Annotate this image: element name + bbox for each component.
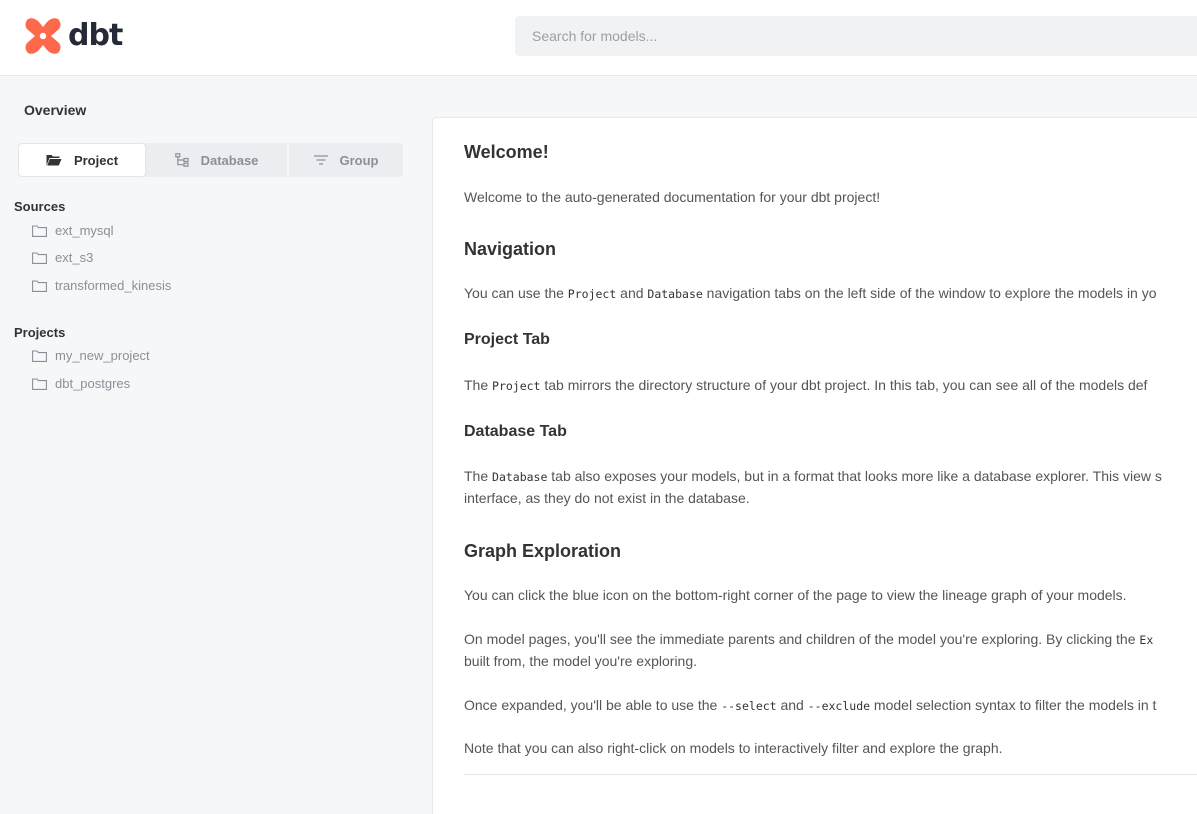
projects-heading: Projects (14, 325, 66, 340)
navigation-paragraph: You can use the Project and Database nav… (464, 285, 1157, 301)
database-tab-paragraph-2: interface, as they do not exist in the d… (464, 490, 750, 506)
hierarchy-icon (174, 153, 189, 167)
divider (464, 774, 1197, 775)
welcome-paragraph: Welcome to the auto-generated documentat… (464, 189, 881, 205)
tree-item-label: ext_s3 (55, 250, 94, 265)
tab-project-label: Project (73, 152, 119, 168)
folder-icon (32, 224, 47, 237)
sidebar-tabs: Project Database Group (18, 143, 403, 177)
database-tab-heading: Database Tab (464, 423, 567, 440)
tab-group-label: Group (339, 152, 379, 168)
search-input[interactable] (515, 16, 1197, 56)
top-header: dbt (0, 0, 1197, 76)
tree-item-label: dbt_postgres (55, 376, 131, 391)
logo-text: dbt (68, 18, 123, 53)
project-item-dbt-postgres[interactable]: dbt_postgres (32, 376, 130, 391)
main-content: Welcome! Welcome to the auto-generated d… (432, 117, 1197, 814)
tab-database[interactable]: Database (146, 143, 289, 177)
graph-exploration-heading: Graph Exploration (464, 541, 622, 561)
project-tab-heading: Project Tab (464, 331, 550, 348)
code-select: --select (721, 699, 777, 713)
tab-database-label: Database (200, 152, 259, 168)
filter-lines-icon (313, 155, 328, 165)
code-project: Project (567, 287, 617, 301)
folder-open-icon (46, 154, 62, 166)
graph-paragraph-2b: built from, the model you're exploring. (464, 653, 698, 669)
sidebar: Overview Project Database Group Sources … (0, 77, 432, 814)
folder-icon (32, 349, 47, 362)
folder-icon (32, 279, 47, 292)
source-item-ext-mysql[interactable]: ext_mysql (32, 223, 114, 238)
code-expand: Ex (1139, 633, 1154, 647)
dbt-logo-icon (25, 18, 61, 54)
tree-item-label: transformed_kinesis (55, 278, 172, 293)
navigation-heading: Navigation (464, 239, 557, 259)
tab-project[interactable]: Project (18, 143, 146, 177)
code-project: Project (492, 379, 541, 393)
graph-paragraph-2a: On model pages, you'll see the immediate… (464, 631, 1154, 647)
project-item-my-new-project[interactable]: my_new_project (32, 348, 150, 363)
source-item-ext-s3[interactable]: ext_s3 (32, 250, 93, 265)
tree-item-label: my_new_project (55, 348, 150, 363)
project-tab-paragraph: The Project tab mirrors the directory st… (464, 377, 1148, 393)
code-database: Database (492, 470, 548, 484)
graph-paragraph-4: Note that you can also right-click on mo… (464, 740, 1003, 756)
graph-paragraph-1: You can click the blue icon on the botto… (464, 587, 1127, 603)
source-item-transformed-kinesis[interactable]: transformed_kinesis (32, 278, 171, 293)
tab-group[interactable]: Group (289, 143, 403, 177)
welcome-heading: Welcome! (464, 142, 549, 162)
graph-paragraph-3: Once expanded, you'll be able to use the… (464, 697, 1157, 713)
folder-icon (32, 377, 47, 390)
folder-icon (32, 251, 47, 264)
code-exclude: --exclude (807, 699, 871, 713)
sources-heading: Sources (14, 199, 66, 214)
dbt-logo[interactable]: dbt (24, 16, 123, 56)
overview-link[interactable]: Overview (24, 102, 86, 118)
database-tab-paragraph-1: The Database tab also exposes your model… (464, 468, 1162, 484)
code-database: Database (647, 287, 703, 301)
tree-item-label: ext_mysql (55, 223, 114, 238)
